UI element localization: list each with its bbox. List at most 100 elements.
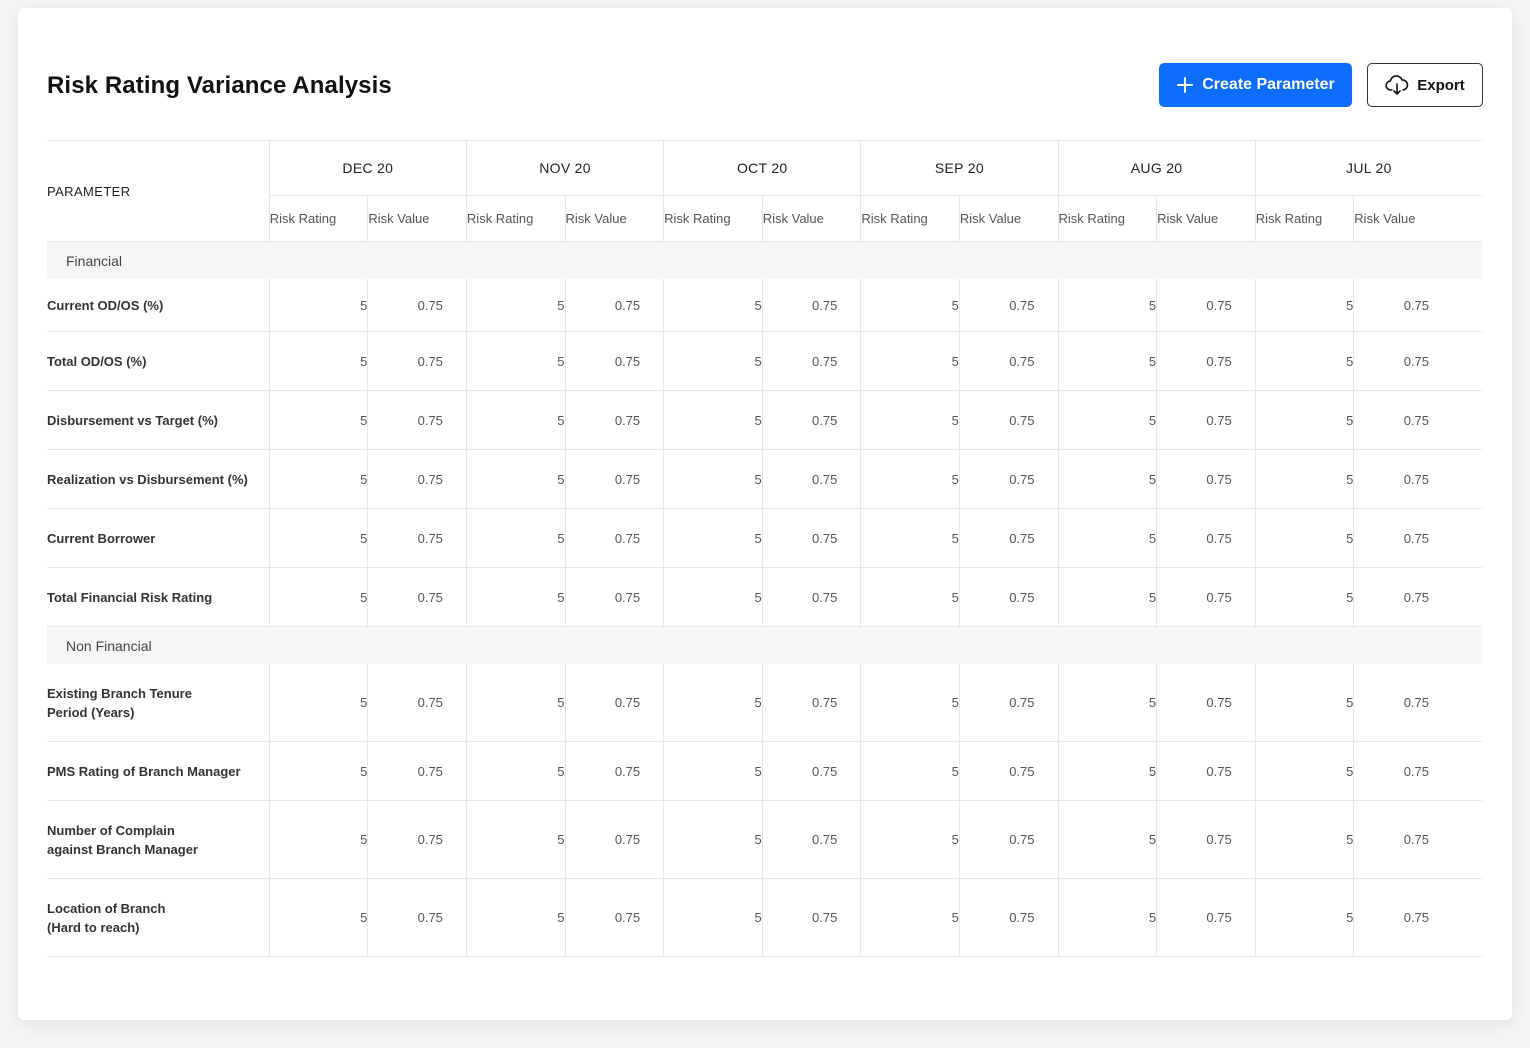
risk-value-header: Risk Value <box>1353 195 1482 242</box>
risk-value-cell: 0.75 <box>958 449 1058 509</box>
month-header-row: PARAMETER DEC 20 NOV 20 OCT 20 SEP 20 AU… <box>47 140 1482 242</box>
month-header: JUL 20 <box>1254 140 1482 196</box>
risk-value-cell: 0.75 <box>761 741 861 801</box>
section-label: Financial <box>47 241 1482 279</box>
risk-value-cell: 0.75 <box>761 279 861 332</box>
month-header: SEP 20 <box>860 140 1058 196</box>
risk-value-cell: 0.75 <box>958 567 1058 627</box>
risk-value-cell: 0.75 <box>1353 279 1482 332</box>
table-row[interactable]: Total OD/OS (%) 5 0.75 5 0.75 5 0.75 5 0.75 5 0.75… <box>47 331 1482 391</box>
risk-rating-cell: 5 <box>465 800 566 879</box>
parameter-name-line: Number of Complain <box>47 822 175 838</box>
section-row: Financial <box>47 241 1482 279</box>
risk-value-cell: 0.75 <box>958 878 1058 957</box>
risk-rating-cell: 5 <box>860 508 960 568</box>
risk-rating-cell: 5 <box>465 878 566 957</box>
risk-value-header: Risk Value <box>564 195 664 242</box>
risk-rating-cell: 5 <box>1254 390 1354 450</box>
risk-value-cell: 0.75 <box>367 508 467 568</box>
export-button[interactable]: Export <box>1367 63 1483 107</box>
table-row[interactable]: Number of Complain against Branch Manager… <box>47 800 1482 879</box>
risk-rating-cell: 5 <box>860 741 960 801</box>
section-row: Non Financial <box>47 626 1482 664</box>
parameter-name-line: Existing Branch Tenure <box>47 685 192 701</box>
table-body: Financial Current OD/OS (%) 5 0.75 5 0.75 5 0.7… <box>47 241 1482 957</box>
risk-rating-cell: 5 <box>663 664 763 742</box>
risk-rating-cell: 5 <box>1254 567 1354 627</box>
table-row[interactable]: Total Financial Risk Rating 5 0.75 5 0.75 5 0.… <box>47 567 1482 627</box>
risk-rating-cell: 5 <box>1254 664 1354 742</box>
risk-value-cell: 0.75 <box>761 878 861 957</box>
risk-rating-cell: 5 <box>268 279 368 332</box>
table-row[interactable]: PMS Rating of Branch Manager 5 0.75 5 0.75 5 0… <box>47 741 1482 801</box>
parameter-name: Total Financial Risk Rating <box>47 567 270 627</box>
table-row[interactable]: Disbursement vs Target (%) 5 0.75 5 0.75 5 0.7… <box>47 390 1482 450</box>
risk-rating-header: Risk Rating <box>1057 195 1157 242</box>
analysis-card: Risk Rating Variance Analysis Create Par… <box>18 8 1512 1020</box>
risk-value-cell: 0.75 <box>761 567 861 627</box>
risk-value-cell: 0.75 <box>367 741 467 801</box>
risk-value-cell: 0.75 <box>958 664 1058 742</box>
risk-value-cell: 0.75 <box>1353 390 1482 450</box>
table-row[interactable]: Existing Branch Tenure Period (Years) 5 0.7… <box>47 664 1482 742</box>
cloud-download-icon <box>1385 74 1409 96</box>
risk-rating-cell: 5 <box>1057 508 1157 568</box>
risk-value-header: Risk Value <box>958 195 1058 242</box>
risk-rating-cell: 5 <box>268 664 368 742</box>
parameter-name-line: PMS Rating of Branch Manager <box>47 763 241 779</box>
risk-rating-cell: 5 <box>268 508 368 568</box>
create-parameter-label: Create Parameter <box>1202 76 1335 93</box>
risk-value-cell: 0.75 <box>1353 508 1482 568</box>
parameter-name-line: (Hard to reach) <box>47 919 140 935</box>
risk-value-cell: 0.75 <box>1156 279 1256 332</box>
create-parameter-button[interactable]: Create Parameter <box>1159 63 1352 107</box>
risk-rating-cell: 5 <box>860 331 960 391</box>
risk-value-cell: 0.75 <box>1156 800 1256 879</box>
risk-rating-cell: 5 <box>1254 741 1354 801</box>
risk-value-cell: 0.75 <box>1156 567 1256 627</box>
risk-rating-cell: 5 <box>860 878 960 957</box>
risk-rating-cell: 5 <box>860 664 960 742</box>
risk-rating-cell: 5 <box>1057 279 1157 332</box>
risk-rating-cell: 5 <box>1254 508 1354 568</box>
risk-rating-cell: 5 <box>663 390 763 450</box>
risk-rating-cell: 5 <box>860 567 960 627</box>
section-label: Non Financial <box>47 626 1482 664</box>
risk-value-cell: 0.75 <box>1156 331 1256 391</box>
risk-rating-cell: 5 <box>1254 449 1354 509</box>
risk-rating-cell: 5 <box>1057 741 1157 801</box>
parameter-name-line: Total OD/OS (%) <box>47 353 147 369</box>
risk-rating-header: Risk Rating <box>1254 195 1354 242</box>
risk-rating-cell: 5 <box>1254 331 1354 391</box>
risk-rating-cell: 5 <box>1057 331 1157 391</box>
parameter-name-line: Location of Branch <box>47 900 166 916</box>
parameter-name: Location of Branch (Hard to reach) <box>47 878 270 957</box>
risk-value-cell: 0.75 <box>958 741 1058 801</box>
risk-rating-cell: 5 <box>465 508 566 568</box>
risk-rating-cell: 5 <box>1254 800 1354 879</box>
risk-rating-header: Risk Rating <box>663 195 763 242</box>
risk-rating-cell: 5 <box>1254 279 1354 332</box>
risk-rating-cell: 5 <box>860 800 960 879</box>
parameter-name: Disbursement vs Target (%) <box>47 390 270 450</box>
table-row[interactable]: Location of Branch (Hard to reach) 5 0.75 5 0… <box>47 878 1482 957</box>
page-title: Risk Rating Variance Analysis <box>47 72 392 99</box>
month-header: DEC 20 <box>268 140 467 196</box>
table-row[interactable]: Current Borrower 5 0.75 5 0.75 5 0.75 5 0.75 5 0.7… <box>47 508 1482 568</box>
risk-value-cell: 0.75 <box>958 331 1058 391</box>
risk-rating-cell: 5 <box>268 878 368 957</box>
risk-value-cell: 0.75 <box>367 390 467 450</box>
risk-rating-cell: 5 <box>663 878 763 957</box>
risk-rating-cell: 5 <box>663 800 763 879</box>
risk-value-cell: 0.75 <box>1353 449 1482 509</box>
risk-value-cell: 0.75 <box>1353 331 1482 391</box>
table-row[interactable]: Realization vs Disbursement (%) 5 0.75 5 0.7… <box>47 449 1482 509</box>
risk-rating-cell: 5 <box>663 331 763 391</box>
risk-rating-cell: 5 <box>860 390 960 450</box>
risk-rating-cell: 5 <box>663 741 763 801</box>
table-row[interactable]: Current OD/OS (%) 5 0.75 5 0.75 5 0.75 5 0.75 5 0.… <box>47 279 1482 332</box>
parameter-name-line: Current OD/OS (%) <box>47 297 164 313</box>
risk-rating-cell: 5 <box>465 331 566 391</box>
risk-rating-cell: 5 <box>663 508 763 568</box>
export-label: Export <box>1417 76 1465 94</box>
